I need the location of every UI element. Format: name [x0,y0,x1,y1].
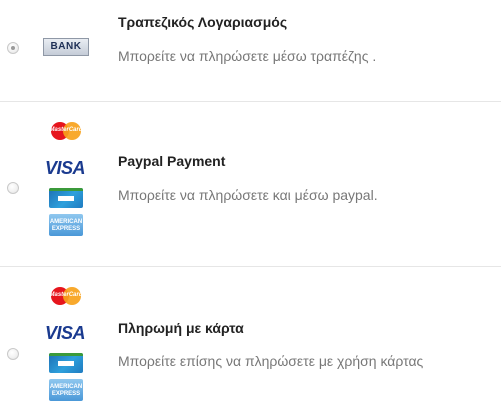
visa-logo: VISA [45,323,86,343]
mastercard-logo: MasterCard [47,120,85,142]
payment-option-card[interactable]: MasterCard VISA AMERICAN EXPRESS Πληρωμή… [0,267,501,416]
cb-logo [49,188,83,208]
payment-title-paypal: Paypal Payment [118,153,226,169]
cb-logo [49,353,83,373]
payment-description-card: Μπορείτε επίσης να πληρώσετε με χρήση κά… [118,353,424,369]
mastercard-logo-text: MasterCard [49,292,83,298]
payment-description-paypal: Μπορείτε να πληρώσετε και μέσω paypal. [118,187,378,203]
amex-logo-text-2: EXPRESS [51,226,81,232]
amex-logo: AMERICAN EXPRESS [49,379,83,401]
payment-radio-bank[interactable] [7,42,19,54]
payment-radio-card[interactable] [7,348,19,360]
visa-logo: VISA [45,158,86,178]
mastercard-logo-text: MasterCard [49,127,83,133]
payment-title-card: Πληρωμή με κάρτα [118,320,244,336]
payment-radio-paypal[interactable] [7,182,19,194]
payment-option-bank[interactable]: BANK Τραπεζικός Λογαριασμός Μπορείτε να … [0,0,501,101]
payment-title-bank: Τραπεζικός Λογαριασμός [118,14,288,30]
payment-description-bank: Μπορείτε να πληρώσετε μέσω τραπέζης . [118,48,377,64]
amex-logo: AMERICAN EXPRESS [49,214,83,236]
bank-logo: BANK [43,38,89,56]
mastercard-logo: MasterCard [47,285,85,307]
amex-logo-text-1: AMERICAN [49,219,83,225]
amex-logo-text-2: EXPRESS [51,391,81,397]
payment-option-paypal[interactable]: MasterCard VISA AMERICAN EXPRESS Paypal … [0,102,501,266]
amex-logo-text-1: AMERICAN [49,384,83,390]
